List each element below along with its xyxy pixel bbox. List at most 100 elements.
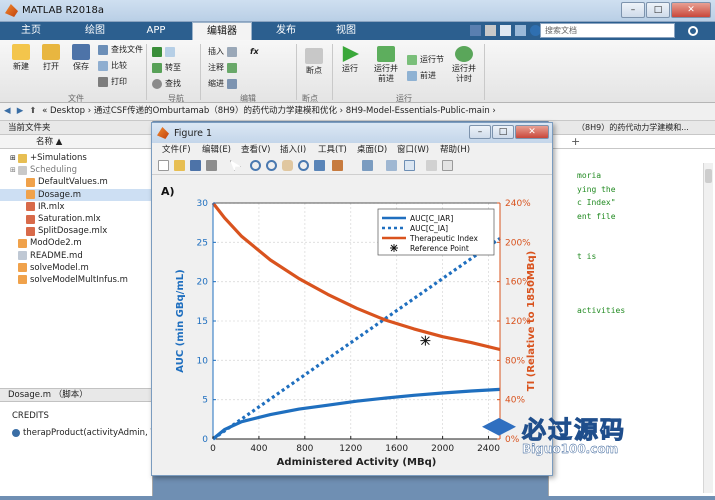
tab-publish[interactable]: 发布 <box>258 22 314 40</box>
find-files-button[interactable]: 查找文件 <box>98 44 143 56</box>
fx-button[interactable]: fx <box>250 46 259 58</box>
list-item-selected[interactable]: Dosage.m <box>0 188 152 201</box>
figure-minimize-button[interactable]: – <box>469 125 491 139</box>
file-list: ⊞ +Simulations ⊞ Scheduling DefaultValues.… <box>0 149 152 286</box>
minimize-button[interactable]: – <box>621 2 645 18</box>
current-path[interactable]: « Desktop › 通过CSF传递的Omburtamab（8H9）的药代动力… <box>42 106 496 116</box>
run-button[interactable]: 运行 <box>336 46 364 74</box>
run-section-button[interactable]: 运行节 <box>407 54 444 66</box>
new-button[interactable]: 新建 <box>8 44 34 72</box>
reference-point-marker <box>420 335 431 346</box>
dock-icon[interactable] <box>442 160 453 171</box>
editor-code[interactable]: moria ying the c Index" ent file t is ac… <box>577 169 625 318</box>
run-time-button[interactable]: 运行并 计时 <box>448 46 480 84</box>
search-docs-input[interactable]: 搜索文档 <box>540 23 675 38</box>
colorbar-icon[interactable] <box>386 160 397 171</box>
tab-editor[interactable]: 编辑器 <box>192 22 252 40</box>
pointer-icon[interactable] <box>230 160 241 171</box>
insert-icon <box>227 47 237 57</box>
menu-window[interactable]: 窗口(W) <box>397 143 429 157</box>
pan-icon[interactable] <box>282 160 293 171</box>
m-file-icon <box>26 190 35 200</box>
goto-icon <box>152 63 162 73</box>
save-button[interactable]: 保存 <box>68 44 94 72</box>
list-item[interactable]: ModOde2.m <box>0 237 152 249</box>
open-button[interactable]: 打开 <box>38 44 64 72</box>
maximize-button[interactable]: □ <box>646 2 670 18</box>
tab-home[interactable]: 主页 <box>0 22 62 40</box>
list-item[interactable]: ⊞ Scheduling <box>0 164 152 176</box>
list-item[interactable]: Saturation.mlx <box>0 213 152 225</box>
hide-tools-icon[interactable] <box>426 160 437 171</box>
ribbon-tabs: 主页 绘图 APP 编辑器 发布 视图 搜索文档 <box>0 22 715 40</box>
tab-plots[interactable]: 绘图 <box>64 22 126 40</box>
menu-view[interactable]: 查看(V) <box>241 143 270 157</box>
up-folder-icon[interactable]: ⬆ <box>29 103 39 120</box>
list-item[interactable]: solveModelMultInfus.m <box>0 274 152 286</box>
nav-back-button[interactable] <box>152 46 175 58</box>
cut-icon[interactable] <box>485 25 496 36</box>
compare-button[interactable]: 比较 <box>98 60 127 72</box>
list-item[interactable]: README.md <box>0 250 152 262</box>
run-advance-button[interactable]: 运行并 前进 <box>370 46 402 84</box>
find-icon <box>152 79 162 89</box>
figure-close-button[interactable]: ✕ <box>515 125 549 139</box>
y-tick-label: 10 <box>197 356 209 366</box>
live-script-icon <box>26 202 35 212</box>
breakpoints-button[interactable]: 断点 <box>300 48 328 76</box>
watermark-logo: 必过源码 Biguo100.com <box>482 410 682 460</box>
forward-arrow-icon[interactable]: ▶ <box>17 103 27 120</box>
list-item[interactable]: SplitDosage.mlx <box>0 225 152 237</box>
rotate-icon[interactable] <box>298 160 309 171</box>
editor-scrollbar[interactable] <box>703 163 713 493</box>
x-tick-label: 800 <box>296 444 313 454</box>
insert-button[interactable]: 插入 <box>208 46 237 58</box>
open-file-icon[interactable] <box>174 160 185 171</box>
details-header: Dosage.m （脚本） <box>0 388 152 402</box>
menu-insert[interactable]: 插入(I) <box>280 143 306 157</box>
indent-button[interactable]: 缩进 <box>208 78 237 90</box>
tab-apps[interactable]: APP <box>128 22 184 40</box>
data-cursor-icon[interactable] <box>314 160 325 171</box>
find-files-icon <box>98 45 108 55</box>
back-arrow-icon[interactable]: ◀ <box>4 103 14 120</box>
save-icon[interactable] <box>470 25 481 36</box>
x-tick-label: 0 <box>210 444 216 454</box>
name-column-header[interactable]: 名称 ▲ <box>0 135 152 149</box>
zoom-out-icon[interactable] <box>266 160 277 171</box>
menu-help[interactable]: 帮助(H) <box>440 143 470 157</box>
search-icon[interactable] <box>688 26 698 36</box>
advance-icon <box>407 71 417 81</box>
close-button[interactable]: ✕ <box>671 2 711 18</box>
brush-icon[interactable] <box>332 160 343 171</box>
legend-icon[interactable] <box>404 160 415 171</box>
save-figure-icon[interactable] <box>190 160 201 171</box>
list-item[interactable]: solveModel.m <box>0 262 152 274</box>
zoom-in-icon[interactable] <box>250 160 261 171</box>
new-figure-icon[interactable] <box>158 160 169 171</box>
undo-icon[interactable] <box>515 25 526 36</box>
list-item[interactable]: ⊞ +Simulations <box>0 152 152 164</box>
link-plot-icon[interactable] <box>362 160 373 171</box>
print-button[interactable]: 打印 <box>98 76 127 88</box>
tab-view[interactable]: 视图 <box>318 22 374 40</box>
figure-maximize-button[interactable]: □ <box>492 125 514 139</box>
matlab-logo-icon <box>157 127 169 139</box>
menu-file[interactable]: 文件(F) <box>162 143 191 157</box>
add-tab-icon[interactable]: + <box>571 135 580 148</box>
menu-edit[interactable]: 编辑(E) <box>202 143 231 157</box>
print-figure-icon[interactable] <box>206 160 217 171</box>
advance-button[interactable]: 前进 <box>407 70 436 82</box>
list-item[interactable]: IR.mlx <box>0 201 152 213</box>
find-button[interactable]: 查找 <box>152 78 181 90</box>
expand-icon[interactable]: ⊞ <box>10 164 18 176</box>
list-item[interactable]: DefaultValues.m <box>0 176 152 188</box>
watermark-text: 必过源码 <box>522 416 626 445</box>
run-advance-icon <box>377 46 395 62</box>
goto-button[interactable]: 转至 <box>152 62 181 74</box>
menu-desktop[interactable]: 桌面(D) <box>357 143 387 157</box>
comment-button[interactable]: 注释 <box>208 62 237 74</box>
expand-icon[interactable]: ⊞ <box>10 152 18 164</box>
menu-tools[interactable]: 工具(T) <box>318 143 347 157</box>
copy-icon[interactable] <box>500 25 511 36</box>
